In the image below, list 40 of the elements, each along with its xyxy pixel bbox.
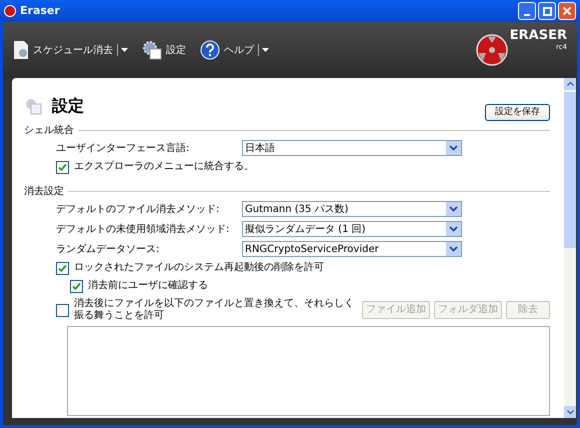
scroll-thumb[interactable]	[564, 92, 576, 248]
logo-icon	[476, 34, 508, 66]
help-icon	[200, 40, 220, 60]
toolbar-button[interactable]: 設定	[142, 40, 186, 60]
field-label: ユーザインターフェース言語:	[56, 142, 190, 156]
dropdown[interactable]: 日本語	[242, 140, 462, 156]
scroll-down-button[interactable]	[564, 406, 576, 418]
app-icon	[4, 5, 16, 17]
close-button[interactable]	[558, 2, 576, 20]
caret-icon	[262, 48, 269, 52]
checkbox[interactable]	[70, 280, 83, 292]
scrollbar[interactable]	[564, 78, 576, 418]
dropdown-toggle[interactable]	[258, 44, 269, 56]
toolbar-button[interactable]: スケジュール消去	[13, 40, 113, 60]
save-button[interactable]: 設定を保存	[485, 104, 550, 121]
dropdown[interactable]: Gutmann (35 パス数)	[242, 201, 462, 217]
checkbox-label: 消去前にユーザに確認する	[88, 280, 208, 292]
page-title: 設定	[52, 94, 84, 116]
checkbox-label: 消去後にファイルを以下のファイルと置き換えて、それらしく振る舞うことを許可	[74, 298, 355, 322]
checkbox[interactable]	[56, 262, 69, 274]
checkbox[interactable]	[56, 304, 69, 316]
section-heading: シェル統合	[24, 124, 74, 138]
maximize-button[interactable]	[538, 2, 556, 20]
checkbox-label: エクスプローラのメニューに統合する。	[74, 161, 254, 173]
dropdown[interactable]: RNGCryptoServiceProvider	[242, 241, 462, 257]
field-label: ランダムデータソース:	[56, 242, 160, 256]
section-heading: 消去設定	[24, 184, 64, 199]
field-label: デフォルトのファイル消去メソッド:	[56, 202, 220, 216]
checkbox-label: ロックされたファイルのシステム再起動後の削除を許可	[74, 262, 324, 274]
caret-icon	[121, 48, 128, 52]
dropdown[interactable]: 擬似ランダムデータ (1 回)	[242, 221, 462, 237]
logo-text: ERASER	[510, 28, 567, 43]
checkbox[interactable]	[56, 160, 69, 174]
scroll-up-button[interactable]	[564, 78, 576, 90]
close-icon	[562, 6, 572, 16]
minimize-button[interactable]	[518, 2, 536, 20]
dropdown-toggle[interactable]	[117, 44, 128, 56]
window-title: Eraser	[20, 2, 60, 19]
toolbar-button[interactable]: ヘルプ	[200, 40, 254, 60]
field-label: デフォルトの未使用領域消去メソッド:	[56, 222, 230, 236]
